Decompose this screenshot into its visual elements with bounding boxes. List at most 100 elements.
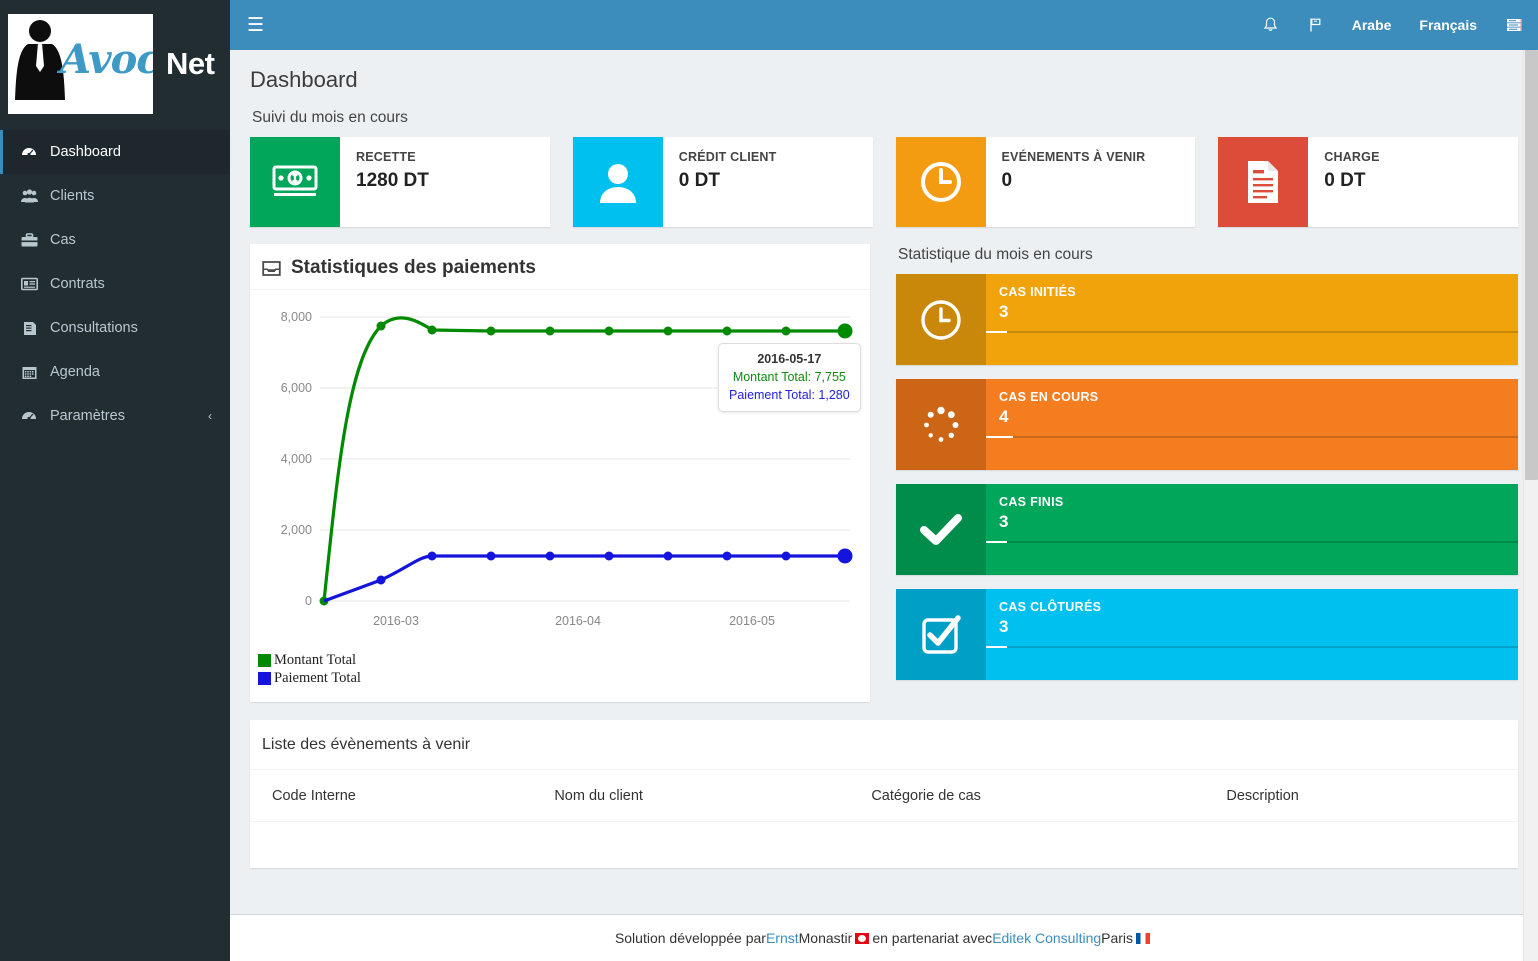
chart-panel-header: Statistiques des paiements [250,247,870,290]
sidebar-toggle-icon[interactable]: ☰ [247,16,264,35]
scrollbar-thumb[interactable] [1525,50,1538,480]
stat-card-progress-track [986,541,1518,543]
statistique-section-label: Statistique du mois en cours [898,246,1093,263]
stat-card-cas-en-cours[interactable]: CAS EN COURS 4 [896,379,1518,470]
footer-text-4: Paris [1101,930,1134,946]
events-table: Code Interne Nom du client Catégorie de … [250,770,1518,868]
stat-card-cas-inities[interactable]: CAS INITIÉS 3 [896,274,1518,365]
user-icon [572,137,663,227]
stat-card-progress-fill [986,331,1008,333]
kpi-card-evenements[interactable]: EVÉNEMENTS À VENIR 0 [895,137,1196,227]
legend-label: Paiement Total [274,670,361,686]
content-header: Dashboard [230,50,1538,107]
chart-plot-area[interactable]: 8,000 6,000 4,000 2,000 0 2016-03 2016-0… [250,290,870,650]
contract-icon [18,277,40,291]
bell-icon[interactable] [1248,0,1293,50]
stat-card-cas-clotures[interactable]: CAS CLÔTURÉS 3 [896,589,1518,680]
footer-link-ernst[interactable]: Ernst [766,930,799,946]
kpi-card-body: RECETTE 1280 DT [340,137,429,227]
chart-y-ticks: 8,000 6,000 4,000 2,000 0 [281,310,312,608]
sidebar-item-consultations[interactable]: Consultations [0,306,230,350]
stat-card-progress-fill [986,646,1008,648]
sidebar-nav: Dashboard Clients Cas Contrats Consultat… [0,130,230,438]
sidebar-item-label: Paramètres [50,407,125,424]
svg-text:0: 0 [305,594,312,608]
table-header-row: Code Interne Nom du client Catégorie de … [250,770,1518,822]
stat-card-value: 3 [999,512,1009,531]
document-icon [1218,137,1309,227]
kpi-card-title: CHARGE [1324,150,1380,164]
footer-text-2: Monastir [798,930,853,946]
stat-card-progress-fill [986,436,1013,438]
legend-swatch-blue [258,672,271,685]
sidebar: Avoca Net Dashboard Clients Ca [0,0,230,961]
stat-card-progress-fill [986,541,1008,543]
sidebar-item-contrats[interactable]: Contrats [0,262,230,306]
flag-icon[interactable] [1293,0,1338,50]
sidebar-item-label: Dashboard [50,143,121,160]
lang-arabic-button[interactable]: Arabe [1338,0,1406,50]
sidebar-item-parametres[interactable]: Paramètres ‹ [0,394,230,438]
kpi-card-recette[interactable]: RECETTE 1280 DT [250,137,550,227]
check-icon [896,484,986,575]
events-table-panel: Liste des évènements à venir Code Intern… [250,720,1518,868]
column-header-categorie-de-cas[interactable]: Catégorie de cas [871,770,1227,822]
stat-card-body: CAS EN COURS 4 [986,379,1518,470]
kpi-card-title: EVÉNEMENTS À VENIR [1001,150,1146,164]
kpi-card-charge[interactable]: CHARGE 0 DT [1218,137,1518,227]
svg-text:2,000: 2,000 [281,523,312,537]
sidebar-item-agenda[interactable]: Agenda [0,350,230,394]
settings-icon [18,408,40,424]
chart-panel: Statistiques des paiements 8,000 6,000 4… [250,244,870,702]
france-flag-icon [1136,932,1151,944]
events-table-tbody [250,822,1518,869]
stat-card-progress-track [986,331,1518,333]
tunisia-flag-icon [855,932,870,944]
column-header-code-interne[interactable]: Code Interne [250,770,555,822]
topbar-right-group: Arabe Français [1248,0,1538,50]
spinner-icon [896,379,986,470]
legend-item-montant-total[interactable]: Montant Total [258,652,870,669]
kpi-card-body: CRÉDIT CLIENT 0 DT [663,137,777,227]
brand-logo[interactable]: Avoca Net [0,0,230,128]
stat-card-body: CAS INITIÉS 3 [986,274,1518,365]
lang-french-button[interactable]: Français [1405,0,1491,50]
kpi-card-title: RECETTE [356,150,416,164]
sidebar-item-cas[interactable]: Cas [0,218,230,262]
svg-text:4,000: 4,000 [281,452,312,466]
sidebar-item-dashboard[interactable]: Dashboard [0,130,230,174]
column-header-nom-du-client[interactable]: Nom du client [554,770,872,822]
sidebar-item-label: Contrats [50,275,105,292]
column-header-description[interactable]: Description [1226,770,1518,822]
footer-link-editek[interactable]: Editek Consulting [992,930,1101,946]
content-wrapper: Suivi du mois en cours RECETTE 1280 DT C… [230,109,1538,868]
kpi-card-value: 0 DT [1324,170,1366,191]
stat-card-title: CAS CLÔTURÉS [999,600,1102,614]
sidebar-item-clients[interactable]: Clients [0,174,230,218]
sidebar-item-label: Cas [50,231,76,248]
events-table-header: Liste des évènements à venir [250,720,1518,770]
stat-card-value: 4 [999,407,1009,426]
legend-item-paiement-total[interactable]: Paiement Total [258,670,870,687]
stat-card-value: 3 [999,617,1009,636]
top-navbar: ☰ Arabe Français [230,0,1538,50]
page-scrollbar[interactable] [1523,50,1538,961]
kpi-card-value: 1280 DT [356,170,429,191]
chart-x-ticks: 2016-03 2016-04 2016-05 [373,614,775,628]
app-root: Avoca Net Dashboard Clients Ca [0,0,1538,961]
kpi-card-credit-client[interactable]: CRÉDIT CLIENT 0 DT [572,137,873,227]
events-table-thead: Code Interne Nom du client Catégorie de … [250,770,1518,822]
stat-card-title: CAS INITIÉS [999,285,1076,299]
stat-card-cas-finis[interactable]: CAS FINIS 3 [896,484,1518,575]
chart-tooltip: 2016-05-17 Montant Total: 7,755 Paiement… [718,343,861,413]
book-icon [18,321,40,336]
sidebar-item-label: Clients [50,187,95,204]
svg-text:2016-04: 2016-04 [555,614,601,628]
kpi-card-body: CHARGE 0 DT [1308,137,1379,227]
list-icon[interactable] [1491,0,1538,50]
sidebar-item-label: Agenda [50,363,100,380]
sidebar-item-label: Consultations [50,319,138,336]
clock-icon [895,137,986,227]
users-icon [18,189,40,203]
footer-text-3: en partenariat avec [872,930,993,946]
